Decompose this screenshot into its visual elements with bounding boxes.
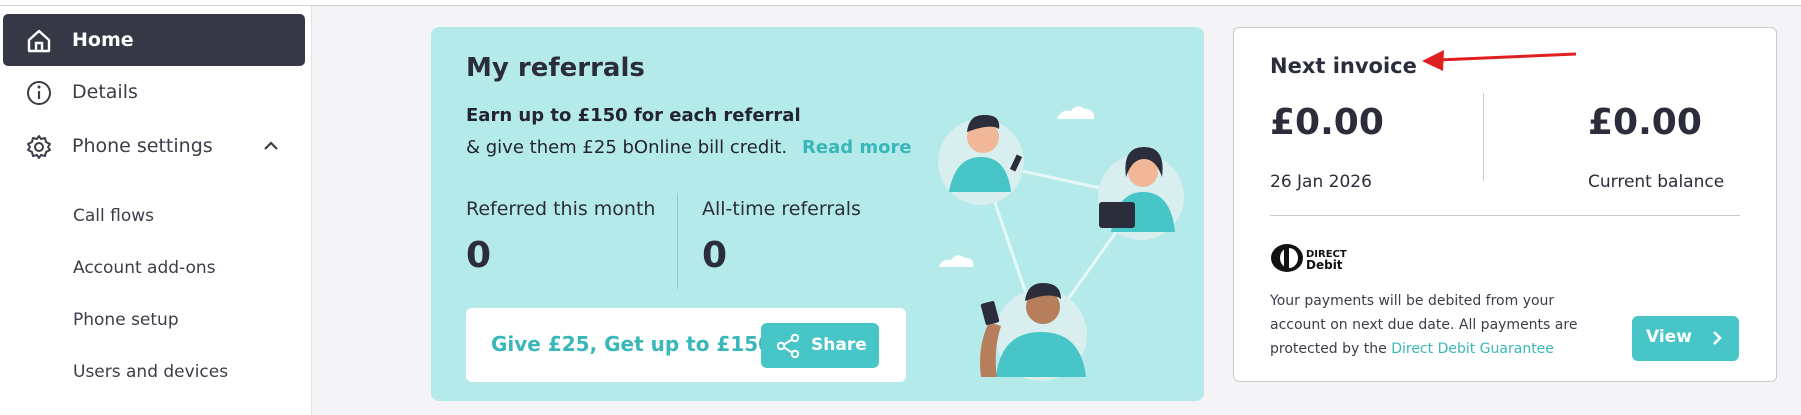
share-button[interactable]: Share: [761, 323, 879, 368]
current-balance-amount: £0.00: [1588, 102, 1702, 143]
chevron-right-icon: [1713, 331, 1722, 345]
invoice-title: Next invoice: [1270, 54, 1417, 78]
read-more-link[interactable]: Read more: [802, 137, 912, 158]
direct-debit-logo: DIRECT Debit: [1271, 244, 1347, 272]
sidebar-subitem-account-add-ons[interactable]: Account add-ons: [73, 258, 216, 278]
referrals-give-text: & give them £25 bOnline bill credit.: [466, 137, 788, 158]
invoice-divider-horizontal: [1270, 215, 1740, 216]
promo-text: Give £25, Get up to £150: [491, 332, 773, 356]
view-button[interactable]: View: [1632, 316, 1739, 361]
sidebar-subitem-phone-setup[interactable]: Phone setup: [73, 310, 179, 330]
current-balance-label: Current balance: [1588, 172, 1725, 192]
alltime-referrals-label: All-time referrals: [702, 198, 861, 220]
red-arrow-annotation: [1422, 50, 1577, 71]
referral-people-illustration: [938, 106, 1184, 381]
dd-logo-line2: Debit: [1306, 258, 1343, 272]
sidebar-item-label: Home: [72, 29, 134, 51]
info-icon: [27, 81, 51, 105]
direct-debit-text: Your payments will be debited from your …: [1270, 289, 1590, 361]
next-invoice-amount: £0.00: [1270, 102, 1384, 143]
sidebar-subitem-users-and-devices[interactable]: Users and devices: [73, 362, 228, 382]
referrals-title: My referrals: [466, 53, 645, 83]
next-invoice-date: 26 Jan 2026: [1270, 172, 1372, 192]
chevron-up-icon[interactable]: [261, 136, 281, 156]
view-button-label: View: [1646, 327, 1692, 347]
stats-divider: [677, 193, 678, 289]
sidebar: Home Details Phone settings Call flows A…: [0, 6, 312, 415]
invoice-divider-vertical: [1483, 93, 1484, 181]
sidebar-item-details[interactable]: Details: [3, 66, 305, 118]
direct-debit-guarantee-link[interactable]: Direct Debit Guarantee: [1391, 341, 1554, 357]
share-button-label: Share: [811, 335, 867, 355]
share-icon: [776, 333, 800, 359]
home-icon: [27, 29, 51, 53]
gear-icon: [27, 135, 51, 159]
sidebar-item-label: Phone settings: [72, 135, 213, 157]
sidebar-subitem-call-flows[interactable]: Call flows: [73, 206, 154, 226]
invoice-card: Next invoice £0.00 26 Jan 2026 £0.00 Cur…: [1233, 27, 1777, 382]
sidebar-item-phone-settings[interactable]: Phone settings: [3, 120, 305, 172]
sidebar-item-home[interactable]: Home: [3, 14, 305, 66]
promo-box: Give £25, Get up to £150 Share: [466, 308, 906, 382]
sidebar-item-label: Details: [72, 81, 138, 103]
referrals-earn-text: Earn up to £150 for each referral: [466, 105, 801, 126]
referrals-card: My referrals Earn up to £150 for each re…: [431, 27, 1204, 401]
alltime-referrals-value: 0: [702, 235, 728, 276]
referred-month-label: Referred this month: [466, 198, 656, 220]
referred-month-value: 0: [466, 235, 492, 276]
